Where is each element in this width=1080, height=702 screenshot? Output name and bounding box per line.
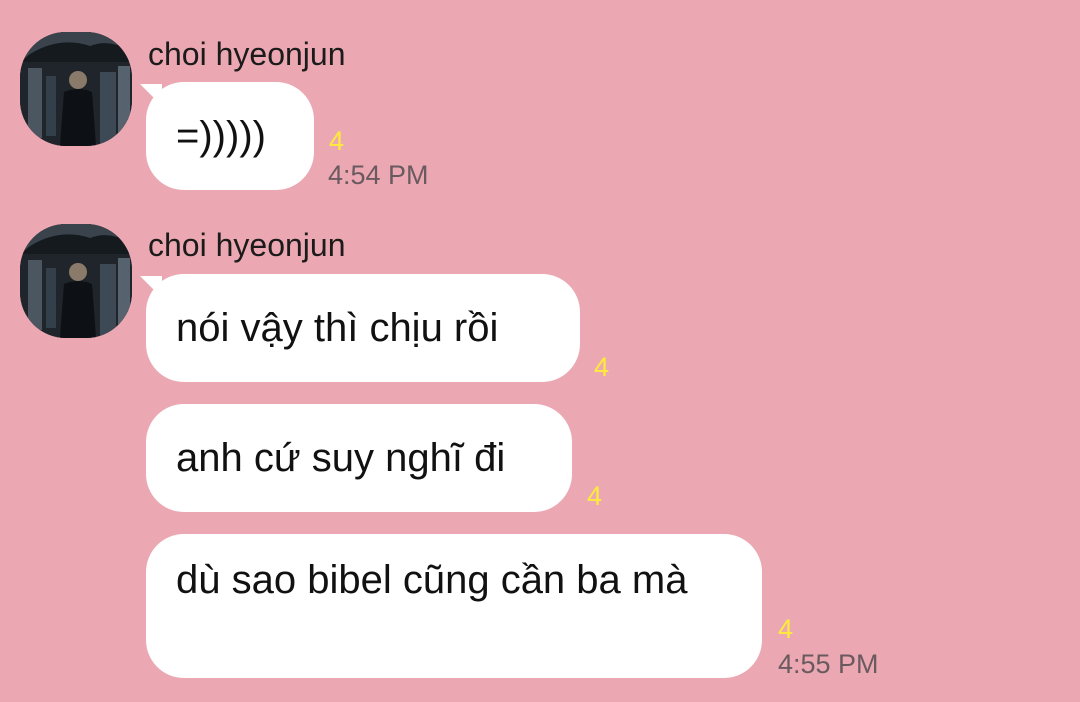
sender-name: choi hyeonjun (148, 227, 346, 263)
message-timestamp: 4:55 PM (778, 649, 879, 679)
message-text: nói vậy thì chịu rồi (176, 306, 499, 350)
message-bubble[interactable]: anh cứ suy nghĩ đi (146, 404, 572, 512)
unread-count: 4 (594, 352, 610, 382)
message-bubble[interactable]: =))))) (146, 82, 314, 190)
sender-avatar[interactable] (20, 224, 132, 338)
message-text: anh cứ suy nghĩ đi (176, 436, 506, 480)
unread-count: 4 (587, 481, 603, 511)
message-timestamp: 4:54 PM (328, 160, 429, 190)
message-bubble[interactable]: nói vậy thì chịu rồi (146, 274, 580, 382)
unread-count: 4 (778, 614, 794, 644)
message-bubble[interactable]: dù sao bibel cũng cần ba mà (146, 534, 762, 678)
unread-count: 4 (329, 126, 345, 156)
message-text: dù sao bibel cũng cần ba mà (176, 558, 688, 602)
profile-photo-avatar-icon (20, 32, 132, 146)
message-text: =))))) (176, 114, 266, 158)
sender-name: choi hyeonjun (148, 36, 346, 72)
sender-avatar[interactable] (20, 32, 132, 146)
profile-photo-avatar-icon (20, 224, 132, 338)
